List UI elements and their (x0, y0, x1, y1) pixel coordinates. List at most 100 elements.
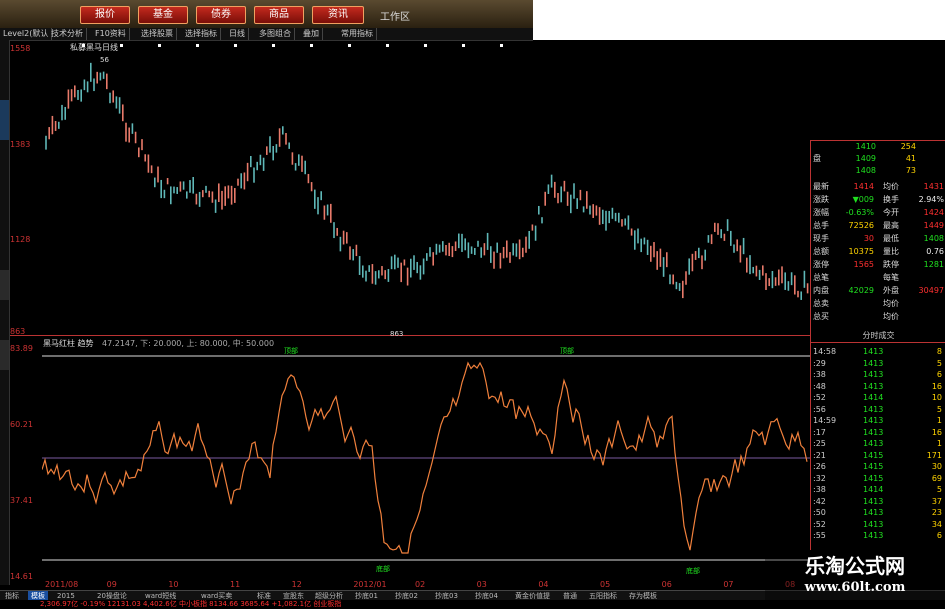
order-vol: 254 (900, 142, 916, 151)
event-marker (424, 44, 427, 47)
tick-time: :38 (813, 370, 826, 379)
x-axis-label: 03 (476, 580, 487, 589)
quote-value-2: 0.76 (926, 247, 944, 256)
tick-row: :38 1413 6 (811, 369, 945, 381)
quote-value: 42029 (848, 286, 874, 295)
x-axis-label: 12 (291, 580, 302, 589)
menu-button-news[interactable]: 资讯 (312, 6, 364, 24)
tick-price: 1413 (863, 531, 884, 540)
x-axis-label: 04 (538, 580, 549, 589)
toolbar-daily[interactable]: 日线 (226, 28, 249, 40)
tick-row: :56 1413 5 (811, 404, 945, 416)
price-chart-panel[interactable]: 私募黑马日线 1558 1383 1128 863 56 863 (10, 40, 810, 338)
event-marker (82, 44, 85, 47)
sidebar-tab-1[interactable] (0, 100, 9, 140)
ticks-header[interactable]: 分时成交 (811, 330, 945, 343)
x-axis-label: 2012/01 (353, 580, 387, 589)
tick-time: :48 (813, 381, 826, 391)
quote-label-2: 均价 (883, 312, 899, 321)
tick-row: :21 1415 171 (811, 450, 945, 462)
tick-volume: 16 (931, 381, 942, 391)
toolbar-level2[interactable]: Level2(默认 (0, 28, 53, 40)
price-y-label-top: 1558 (10, 44, 31, 53)
toolbar-multi-chart[interactable]: 多图组合 (256, 28, 295, 40)
event-marker (234, 44, 237, 47)
tick-price: 1413 (863, 496, 884, 506)
x-axis-label: 02 (415, 580, 426, 589)
tick-time: 14:58 (813, 347, 837, 356)
oscillator-panel[interactable]: 黑马红柱 趋势 47.2147, 下: 20.000, 上: 80.000, 中… (10, 336, 810, 581)
tick-row: :25 1413 1 (811, 438, 945, 450)
x-axis-label: 10 (168, 580, 179, 589)
quote-row: 现手 30 最低 1408 (811, 233, 945, 244)
blank-region (533, 0, 945, 40)
tick-volume: 1 (936, 416, 942, 425)
quote-value-2: 30497 (918, 286, 944, 295)
quote-value: -0.63% (845, 208, 874, 217)
quote-row: 涨跌 ▼009 换手 2.94% (811, 194, 945, 205)
ticks-panel[interactable]: 分时成交 14:58 1413 8:29 1413 5:38 1413 6:48 1413 16… (810, 330, 945, 550)
tick-price: 1415 (863, 450, 884, 460)
toolbar-select-stock[interactable]: 选择股票 (138, 28, 177, 40)
work-area-label[interactable]: 工作区 (380, 8, 410, 23)
tick-time: :42 (813, 496, 826, 506)
tick-price: 1413 (863, 370, 884, 379)
tick-row: :42 1413 37 (811, 496, 945, 508)
tick-time: :55 (813, 531, 826, 540)
quote-label-2: 量比 (883, 247, 899, 256)
quote-row: 涨幅 -0.63% 今开 1424 (811, 207, 945, 218)
tick-price: 1415 (863, 462, 884, 471)
toolbar-common-indicators[interactable]: 常用指标 (338, 28, 377, 40)
tick-time: :25 (813, 439, 826, 448)
tick-volume: 6 (936, 370, 942, 379)
tick-row: 14:58 1413 8 (811, 346, 945, 358)
quote-label-2: 均价 (883, 299, 899, 308)
event-marker (158, 44, 161, 47)
watermark-url: www.60lt.com (804, 580, 906, 595)
quote-label-2: 最高 (883, 221, 899, 230)
x-axis-label: 05 (600, 580, 611, 589)
toolbar-select-indicator[interactable]: 选择指标 (182, 28, 221, 40)
quote-label: 最新 (813, 182, 829, 191)
quote-label: 涨跌 (813, 195, 829, 204)
menu-button-quotes[interactable]: 报价 (80, 6, 130, 24)
order-label: 盘 (813, 154, 821, 163)
tick-row: :48 1413 16 (811, 381, 945, 393)
quote-row: 内盘 42029 外盘 30497 (811, 285, 945, 296)
toolbar-tech-analysis[interactable]: 技术分析 (48, 28, 87, 40)
order-price: 1410 (855, 142, 876, 151)
quote-row: 涨停 1565 跌停 1281 (811, 259, 945, 270)
toolbar-overlay[interactable]: 叠加 (300, 28, 323, 40)
quote-label-2: 外盘 (883, 286, 899, 295)
quote-row: 总额 10375 量比 0.76 (811, 246, 945, 257)
osc-y-label-2: 60.21 (10, 420, 33, 429)
event-marker (386, 44, 389, 47)
tick-row: :52 1413 34 (811, 519, 945, 531)
tick-volume: 37 (931, 496, 942, 506)
quote-label-2: 最低 (883, 234, 899, 243)
tick-row: :52 1414 10 (811, 392, 945, 404)
tick-price: 1414 (863, 393, 884, 402)
sidebar-tab-3[interactable] (0, 340, 9, 370)
tick-price: 1413 (863, 519, 884, 529)
status-text: 2,306.97亿 -0.19% 12131.03 4,402.6亿 中小板指 … (40, 600, 342, 608)
tick-price: 1414 (863, 485, 884, 494)
menu-button-funds[interactable]: 基金 (138, 6, 188, 24)
x-axis-label: 2011/08 (45, 580, 79, 589)
tick-volume: 6 (936, 531, 942, 540)
quote-value: 1565 (853, 260, 874, 269)
tick-price: 1413 (863, 439, 884, 448)
order-price: 1408 (855, 166, 876, 175)
quote-label-2: 今开 (883, 208, 899, 217)
x-axis-label: 11 (230, 580, 241, 589)
tick-price: 1413 (863, 404, 884, 414)
tick-row: :55 1413 6 (811, 530, 945, 542)
tick-volume: 23 (931, 508, 942, 517)
toolbar-f10[interactable]: F10资料 (92, 28, 130, 40)
quote-label: 总卖 (813, 299, 829, 308)
quote-value: 72526 (848, 221, 874, 230)
quote-label: 现手 (813, 234, 829, 243)
sidebar-tab-2[interactable] (0, 270, 9, 300)
menu-button-commodities[interactable]: 商品 (254, 6, 304, 24)
menu-button-bonds[interactable]: 债券 (196, 6, 246, 24)
